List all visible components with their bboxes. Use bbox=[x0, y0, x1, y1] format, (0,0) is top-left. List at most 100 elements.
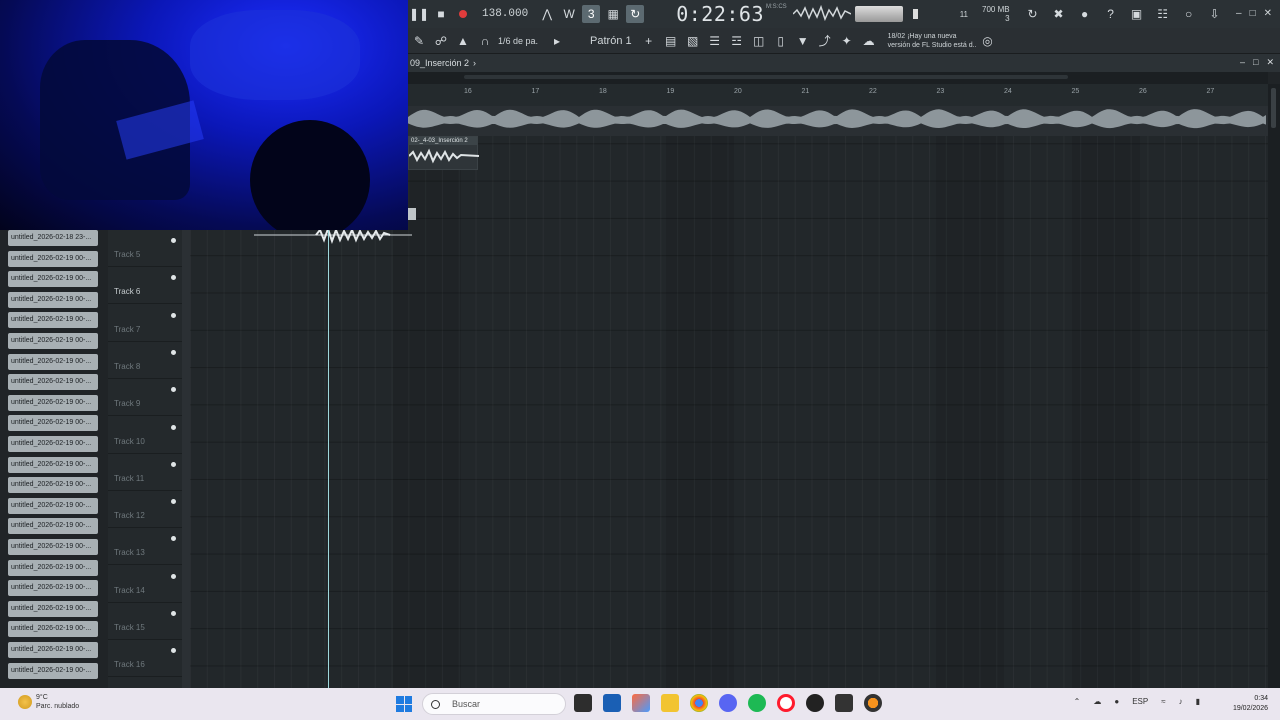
mixer-view-icon[interactable]: ☲ bbox=[728, 32, 746, 50]
track-mute-led[interactable] bbox=[171, 424, 176, 430]
discord-icon[interactable] bbox=[719, 694, 737, 712]
track-row[interactable]: Track 6 bbox=[108, 267, 182, 305]
track-row[interactable]: Track 7 bbox=[108, 305, 182, 342]
track-mute-led[interactable] bbox=[171, 499, 176, 505]
audio-clip-lane[interactable] bbox=[408, 106, 1268, 136]
track-mute-led[interactable] bbox=[171, 275, 176, 281]
horizontal-scroll-thumb[interactable] bbox=[464, 75, 1068, 79]
track-mute-led[interactable] bbox=[171, 238, 176, 243]
audio-clip[interactable]: 02-_4-03_Inserción 2 bbox=[408, 136, 480, 170]
master-pitch-slider[interactable] bbox=[912, 9, 918, 19]
obs-icon[interactable] bbox=[806, 694, 824, 712]
plugin-icon[interactable]: ▼ bbox=[794, 32, 812, 50]
pencil-icon[interactable]: ✎ bbox=[410, 32, 428, 50]
windows-start-icon[interactable] bbox=[396, 696, 412, 712]
vertical-scroll-thumb[interactable] bbox=[1271, 88, 1276, 128]
tempo-display[interactable]: 138.000 bbox=[482, 8, 528, 20]
fl-studio-icon[interactable] bbox=[864, 694, 882, 712]
capcut-icon[interactable] bbox=[835, 694, 853, 712]
language-indicator[interactable]: ESP bbox=[1132, 697, 1148, 706]
track-mute-led[interactable] bbox=[171, 536, 176, 542]
blend-icon[interactable]: ▦ bbox=[604, 5, 622, 23]
channel-rack-icon[interactable]: ☰ bbox=[706, 32, 724, 50]
clip-list-item[interactable]: untitled_2026-02-18 23-... bbox=[8, 230, 98, 246]
magnet-icon[interactable]: ∩ bbox=[476, 32, 494, 50]
opera-icon[interactable] bbox=[777, 694, 795, 712]
countdown-icon[interactable]: 3 bbox=[582, 5, 601, 23]
clip-list-item[interactable]: untitled_2026-02-19 00-... bbox=[8, 312, 98, 329]
chat-icon[interactable]: ○ bbox=[1178, 5, 1200, 23]
track-row[interactable]: Track 5 bbox=[108, 230, 182, 267]
wand-icon[interactable]: ✦ bbox=[838, 32, 856, 50]
wifi-icon[interactable]: ≈ bbox=[1161, 697, 1165, 706]
tools-icon[interactable]: ✖ bbox=[1048, 5, 1070, 23]
battery-icon[interactable]: ▮ bbox=[1196, 697, 1200, 706]
clip-list-item[interactable]: untitled_2026-02-19 00-... bbox=[8, 539, 98, 555]
track-row[interactable]: Track 11 bbox=[108, 454, 182, 491]
clip-list-item[interactable]: untitled_2026-02-19 00-... bbox=[8, 394, 98, 411]
vertical-scrollbar[interactable] bbox=[1268, 84, 1280, 688]
stop-icon[interactable]: ■ bbox=[432, 5, 450, 23]
clip-list-item[interactable]: untitled_2026-02-19 00-... bbox=[8, 580, 98, 597]
clip-list-item[interactable]: untitled_2026-02-19 00-... bbox=[8, 600, 98, 617]
clip-list-item[interactable]: untitled_2026-02-19 00-... bbox=[8, 333, 98, 349]
track-mute-led[interactable] bbox=[171, 387, 176, 393]
add-pattern-icon[interactable]: + bbox=[640, 32, 658, 50]
playlist-maximize-icon[interactable]: □ bbox=[1253, 57, 1258, 68]
clip-list-item[interactable]: untitled_2026-02-19 00-... bbox=[8, 642, 98, 658]
refresh-icon[interactable]: ↻ bbox=[1022, 5, 1044, 23]
playlist-icon[interactable]: ▤ bbox=[662, 32, 680, 50]
playlist-close-icon[interactable]: ✕ bbox=[1266, 57, 1274, 68]
maximize-icon[interactable]: □ bbox=[1250, 8, 1256, 19]
clip-list-item[interactable]: untitled_2026-02-19 00-... bbox=[8, 497, 98, 514]
clip-list-item[interactable]: untitled_2026-02-19 00-... bbox=[8, 271, 98, 288]
metronome-icon[interactable]: ⋀ bbox=[538, 5, 556, 23]
loop-record-icon[interactable]: ↻ bbox=[626, 5, 645, 23]
clip-list-item[interactable]: untitled_2026-02-19 00-... bbox=[8, 477, 98, 494]
track-row[interactable]: Track 16 bbox=[108, 640, 182, 678]
file-explorer-icon[interactable] bbox=[661, 694, 679, 712]
globe-icon[interactable]: ◎ bbox=[979, 32, 997, 50]
record-button[interactable] bbox=[454, 5, 472, 23]
weather-widget[interactable]: 9°C Parc. nublado bbox=[18, 693, 79, 711]
link-icon[interactable]: ☍ bbox=[432, 32, 450, 50]
mixer-icon[interactable]: ☷ bbox=[1152, 5, 1174, 23]
save-icon[interactable]: ▣ bbox=[1126, 5, 1148, 23]
clipboard-icon[interactable]: ▯ bbox=[772, 32, 790, 50]
track-mute-led[interactable] bbox=[171, 573, 176, 579]
snap-selector[interactable]: 1/6 de pa. bbox=[498, 36, 538, 46]
mic-tray-icon[interactable]: ● bbox=[1114, 697, 1119, 706]
clip-list-item[interactable]: untitled_2026-02-19 00-... bbox=[8, 250, 98, 267]
taskbar-clock[interactable]: 0:34 19/02/2026 bbox=[1233, 694, 1268, 714]
pick-icon[interactable]: ⤴ bbox=[816, 32, 834, 50]
cart-icon[interactable]: ☁ bbox=[860, 32, 878, 50]
track-mute-led[interactable] bbox=[171, 312, 176, 318]
track-mute-led[interactable] bbox=[171, 611, 176, 616]
taskbar-search-input[interactable]: Buscar bbox=[422, 693, 566, 715]
clip-list-item[interactable]: untitled_2026-02-19 00-... bbox=[8, 353, 98, 370]
clip-list-item[interactable]: untitled_2026-02-19 00-... bbox=[8, 518, 98, 535]
close-icon[interactable]: ✕ bbox=[1264, 8, 1272, 19]
download-icon[interactable]: ⇩ bbox=[1204, 5, 1226, 23]
timeline-ruler[interactable]: 16 17 18 19 20 21 22 23 24 25 26 27 bbox=[408, 84, 1268, 106]
minimize-icon[interactable]: – bbox=[1236, 8, 1242, 19]
track-row[interactable]: Track 9 bbox=[108, 379, 182, 417]
copilot-icon[interactable] bbox=[632, 694, 650, 712]
microphone-icon[interactable]: ● bbox=[1074, 5, 1096, 23]
clip-list-item[interactable]: untitled_2026-02-19 00-... bbox=[8, 621, 98, 638]
clip-list-item[interactable]: untitled_2026-02-19 00-... bbox=[8, 456, 98, 473]
scroll-handle[interactable] bbox=[408, 208, 416, 220]
news-ticker[interactable]: 18/02 ¡Hay una nueva versión de FL Studi… bbox=[888, 32, 977, 50]
clip-list-item[interactable]: untitled_2026-02-19 00-... bbox=[8, 559, 98, 576]
stamp-icon[interactable]: ▲ bbox=[454, 32, 472, 50]
chevron-right-icon[interactable]: › bbox=[473, 58, 476, 68]
time-display[interactable]: 0:22:63 bbox=[676, 2, 764, 26]
track-row[interactable]: Track 12 bbox=[108, 491, 182, 529]
playlist-minimize-icon[interactable]: – bbox=[1240, 57, 1245, 68]
clip-list-item[interactable]: untitled_2026-02-19 00-... bbox=[8, 291, 98, 308]
track-mute-led[interactable] bbox=[171, 349, 176, 355]
store-icon[interactable] bbox=[603, 694, 621, 712]
spotify-icon[interactable] bbox=[748, 694, 766, 712]
piano-roll-icon[interactable]: ▧ bbox=[684, 32, 702, 50]
clip-list-item[interactable]: untitled_2026-02-19 00-... bbox=[8, 374, 98, 391]
